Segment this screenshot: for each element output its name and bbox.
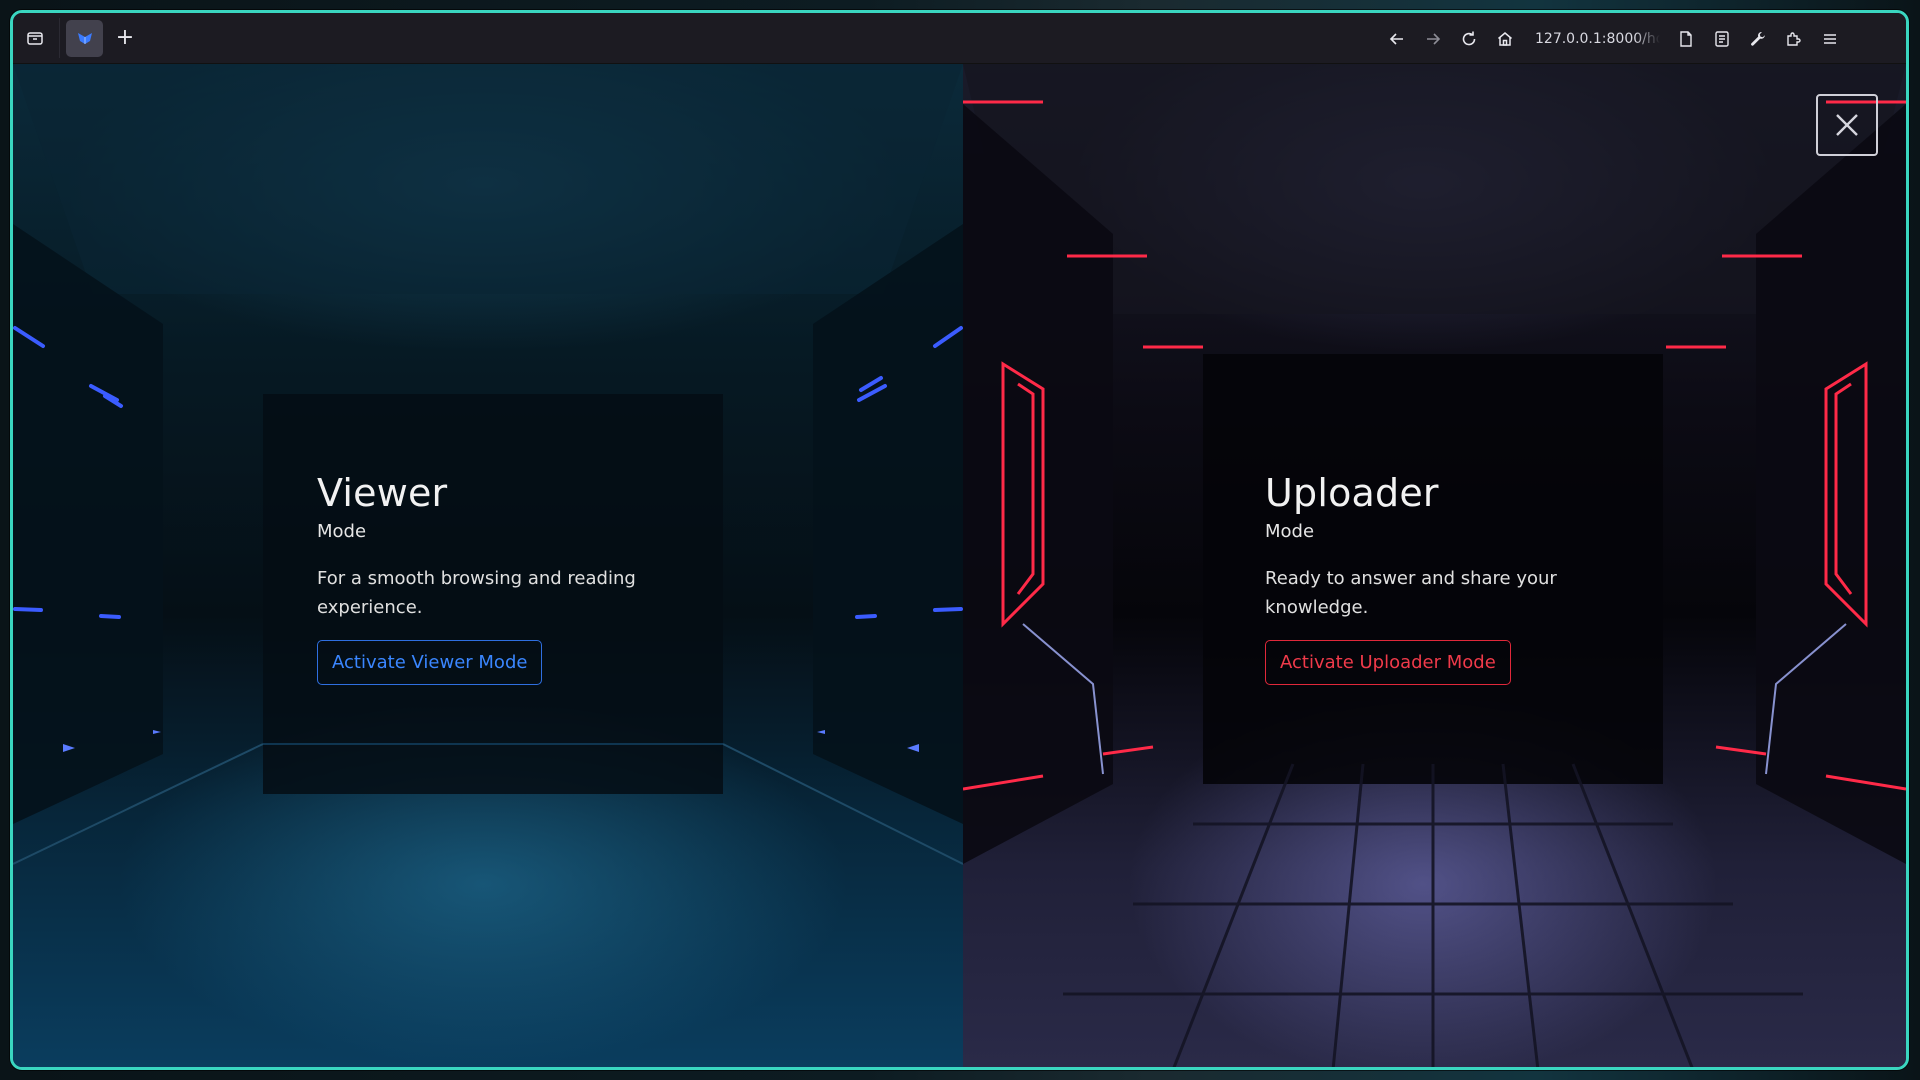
reader-view-button[interactable] [1706, 21, 1738, 57]
wrench-icon [1751, 31, 1765, 46]
viewer-card: Viewer Mode For a smooth browsing and re… [317, 471, 697, 685]
puzzle-icon [1787, 31, 1801, 46]
tools-button[interactable] [1742, 21, 1774, 57]
close-button[interactable] [1816, 94, 1878, 156]
close-icon [1836, 114, 1858, 136]
arrow-left-icon [1389, 32, 1403, 45]
uploader-panel: Uploader Mode Ready to answer and share … [963, 64, 1906, 1067]
site-favicon-icon [77, 33, 92, 44]
menu-button[interactable] [1814, 21, 1846, 57]
browser-toolbar: + 127.0.0.1:8000/home [13, 13, 1906, 64]
document-icon [1680, 30, 1692, 47]
arrow-right-icon [1427, 32, 1441, 45]
uploader-description: Ready to answer and share your knowledge… [1265, 568, 1557, 618]
uploader-subtitle: Mode [1265, 521, 1315, 542]
back-button[interactable] [1381, 21, 1413, 57]
page-info-button[interactable] [1670, 21, 1702, 57]
browser-window: + 127.0.0.1:8000/home [10, 10, 1909, 1070]
toolbar-separator [59, 18, 60, 58]
forward-button[interactable] [1417, 21, 1449, 57]
home-icon [1498, 31, 1512, 46]
reload-icon [1462, 31, 1476, 45]
new-tab-button[interactable]: + [107, 20, 143, 56]
active-tab[interactable] [66, 19, 103, 57]
url-bar[interactable]: 127.0.0.1:8000/home [1535, 31, 1660, 47]
tab-overview-icon[interactable] [17, 20, 53, 56]
extensions-button[interactable] [1778, 21, 1810, 57]
viewer-description: For a smooth browsing and reading experi… [317, 568, 636, 618]
plus-icon: + [115, 25, 135, 50]
viewer-panel: Viewer Mode For a smooth browsing and re… [13, 64, 963, 1067]
reload-button[interactable] [1453, 21, 1485, 57]
page-content: Viewer Mode For a smooth browsing and re… [13, 64, 1906, 1067]
reader-view-icon [1715, 30, 1729, 47]
hamburger-menu-icon [1824, 33, 1836, 44]
uploader-title: Uploader [1265, 471, 1439, 515]
home-button[interactable] [1489, 21, 1521, 57]
viewer-title: Viewer [317, 471, 448, 515]
activate-viewer-mode-button[interactable]: Activate Viewer Mode [317, 640, 543, 685]
activate-uploader-mode-button[interactable]: Activate Uploader Mode [1265, 640, 1511, 685]
viewer-subtitle: Mode [317, 521, 367, 542]
uploader-card: Uploader Mode Ready to answer and share … [1265, 471, 1645, 685]
